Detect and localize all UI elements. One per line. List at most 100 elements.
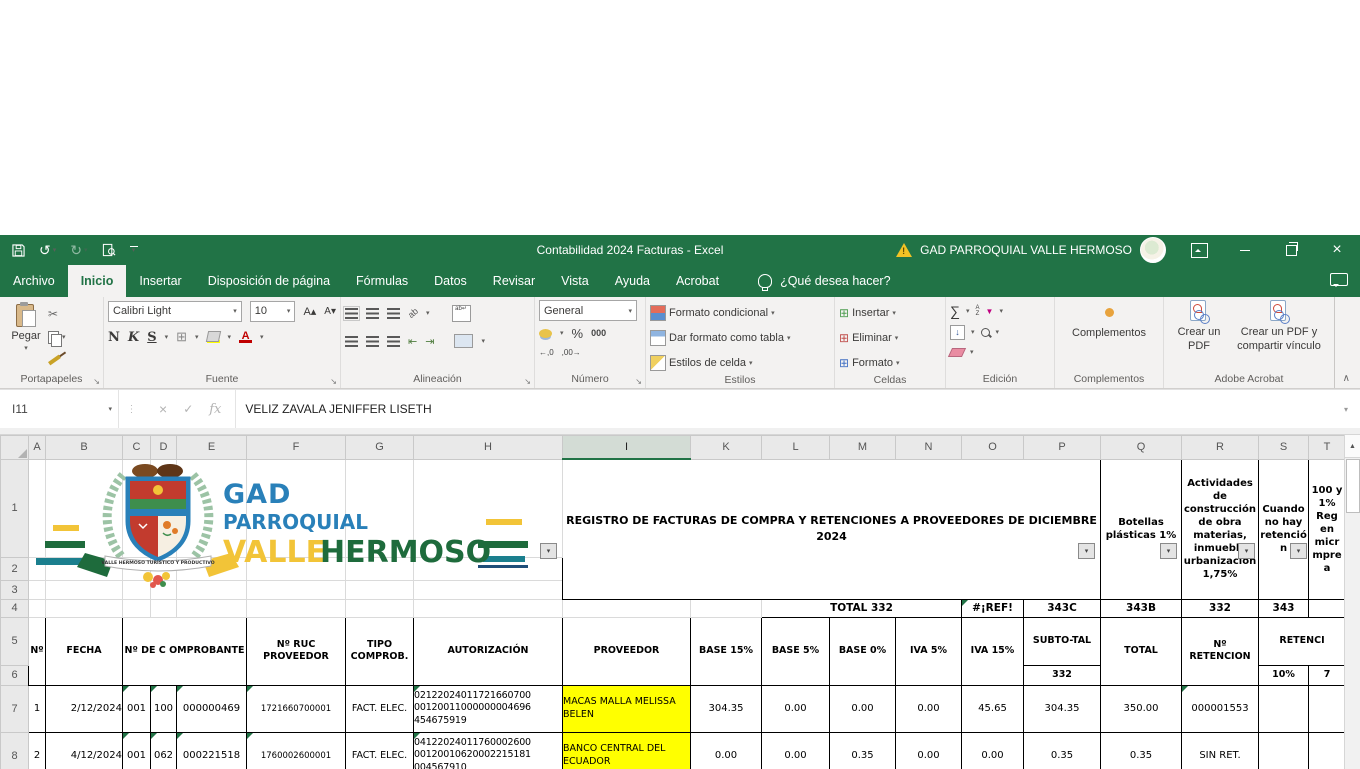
cell[interactable]: [346, 599, 414, 617]
cell-secuencia[interactable]: 000221518: [177, 732, 247, 769]
align-top-icon[interactable]: [345, 308, 358, 319]
tab-formulas[interactable]: Fórmulas: [343, 265, 421, 297]
header-retencion[interactable]: RETENCI: [1259, 617, 1346, 665]
align-bottom-icon[interactable]: [387, 308, 400, 319]
fill-color-button[interactable]: [207, 331, 220, 343]
cell-autorizacion[interactable]: 02122024011721660700 0012001100000000469…: [414, 685, 563, 732]
code-343C-cell[interactable]: 343C: [1024, 599, 1101, 617]
expand-formula-bar-icon[interactable]: ▾: [1332, 390, 1360, 428]
header-subtotal-code[interactable]: 332: [1024, 665, 1101, 685]
italic-button[interactable]: K: [128, 330, 139, 345]
align-right-icon[interactable]: [387, 336, 400, 347]
fill-down-button[interactable]: ↓: [950, 325, 965, 340]
header-cuando-cell[interactable]: Cuando no hay retención: [1259, 459, 1309, 599]
header-num-retencion[interactable]: Nº RETENCION: [1182, 617, 1259, 685]
sort-filter-button[interactable]: AZ: [976, 305, 980, 317]
cell-base0[interactable]: 0.35: [830, 732, 896, 769]
row-header-6[interactable]: 6: [1, 665, 29, 685]
minimize-button[interactable]: [1222, 235, 1268, 265]
find-select-button[interactable]: [981, 328, 990, 337]
col-header-O[interactable]: O: [962, 436, 1024, 460]
clear-button[interactable]: [948, 348, 966, 357]
cut-button[interactable]: ✂: [48, 304, 66, 324]
format-as-table-button[interactable]: Dar formato como tabla▾: [650, 328, 830, 348]
orientation-button[interactable]: ab: [406, 306, 420, 320]
format-painter-button[interactable]: [48, 350, 66, 370]
formula-input[interactable]: VELIZ ZAVALA JENIFFER LISETH: [236, 390, 1332, 428]
header-base5[interactable]: BASE 5%: [762, 617, 830, 685]
cell-iva5[interactable]: 0.00: [896, 685, 962, 732]
cell-proveedor[interactable]: BANCO CENTRAL DEL ECUADOR: [563, 732, 691, 769]
col-header-K[interactable]: K: [691, 436, 762, 460]
cell-punto[interactable]: 062: [151, 732, 177, 769]
account-area[interactable]: ! GAD PARROQUIAL VALLE HERMOSO: [896, 237, 1176, 263]
cell-base15[interactable]: 304.35: [691, 685, 762, 732]
tab-insertar[interactable]: Insertar: [126, 265, 194, 297]
header-comprobante[interactable]: Nº DE C OMPROBANTE: [123, 617, 247, 685]
cell[interactable]: [177, 599, 247, 617]
code-332-cell[interactable]: 332: [1182, 599, 1259, 617]
header-regimen-cell[interactable]: 100 y 1% Reg en micr mpre a: [1309, 459, 1346, 599]
filter-dropdown-q[interactable]: ▾: [1160, 543, 1177, 559]
bold-button[interactable]: N: [108, 330, 120, 345]
name-box[interactable]: I11 ▾: [0, 390, 119, 428]
header-num[interactable]: Nº: [29, 617, 46, 685]
undo-button[interactable]: ↺▾: [39, 242, 56, 259]
cell-base0[interactable]: 0.00: [830, 685, 896, 732]
row-header-1[interactable]: 1: [1, 459, 29, 557]
conditional-formatting-button[interactable]: Formato condicional▾: [650, 303, 830, 323]
cell-serie[interactable]: 001: [123, 685, 151, 732]
col-header-P[interactable]: P: [1024, 436, 1101, 460]
cell[interactable]: [691, 599, 762, 617]
cell[interactable]: [414, 599, 563, 617]
dialog-launcher-icon[interactable]: ↘: [93, 377, 100, 386]
cell-num-retencion[interactable]: SIN RET.: [1182, 732, 1259, 769]
header-actividades-cell[interactable]: Actividades de construcción de obra mate…: [1182, 459, 1259, 599]
tab-archivo[interactable]: Archivo: [0, 265, 68, 297]
increase-decimal-button[interactable]: ←,0: [539, 348, 554, 357]
row-header-3[interactable]: 3: [1, 580, 29, 599]
cell-base15[interactable]: 0.00: [691, 732, 762, 769]
complementos-button[interactable]: Complementos: [1072, 327, 1146, 339]
ribbon-display-options-button[interactable]: [1176, 235, 1222, 265]
cell[interactable]: [46, 599, 123, 617]
tab-ayuda[interactable]: Ayuda: [602, 265, 663, 297]
cell-fecha[interactable]: 2/12/2024: [46, 685, 123, 732]
confirm-entry-button[interactable]: ✓: [183, 402, 193, 416]
header-fecha[interactable]: FECHA: [46, 617, 123, 685]
filter-dropdown-s[interactable]: ▾: [1290, 543, 1307, 559]
select-all-corner[interactable]: [1, 436, 29, 460]
shrink-font-button[interactable]: A▾: [324, 306, 336, 317]
header-botellas-cell[interactable]: Botellas plásticas 1%: [1101, 459, 1182, 599]
percent-format-button[interactable]: %: [572, 326, 584, 341]
header-pct70[interactable]: 7: [1309, 665, 1346, 685]
decrease-decimal-button[interactable]: ,00→: [562, 348, 581, 357]
col-header-C[interactable]: C: [123, 436, 151, 460]
cell-serie[interactable]: 001: [123, 732, 151, 769]
scrollbar-thumb[interactable]: [1346, 459, 1360, 513]
cell-fecha[interactable]: 4/12/2024: [46, 732, 123, 769]
cell-autorizacion[interactable]: 04122024011760002600 0012001062000221518…: [414, 732, 563, 769]
tab-datos[interactable]: Datos: [421, 265, 480, 297]
tab-disposicion[interactable]: Disposición de página: [195, 265, 343, 297]
currency-format-button[interactable]: [539, 329, 552, 338]
increase-indent-icon[interactable]: ⇥: [425, 335, 434, 348]
tab-vista[interactable]: Vista: [548, 265, 602, 297]
dialog-launcher-icon[interactable]: ↘: [330, 377, 337, 386]
save-icon[interactable]: [12, 244, 25, 257]
col-header-L[interactable]: L: [762, 436, 830, 460]
filter-dropdown-r[interactable]: ▾: [1238, 543, 1255, 559]
header-iva5[interactable]: IVA 5%: [896, 617, 962, 685]
cell-num-retencion[interactable]: 000001553: [1182, 685, 1259, 732]
cell-punto[interactable]: 100: [151, 685, 177, 732]
ref-error-cell[interactable]: #¡REF!: [962, 599, 1024, 617]
col-header-B[interactable]: B: [46, 436, 123, 460]
cell-n[interactable]: 2: [29, 732, 46, 769]
header-total[interactable]: TOTAL: [1101, 617, 1182, 685]
col-header-I-selected[interactable]: I: [563, 436, 691, 460]
tell-me-search[interactable]: ¿Qué desea hacer?: [732, 265, 891, 297]
print-preview-icon[interactable]: [102, 243, 116, 257]
cell-iva15[interactable]: 0.00: [962, 732, 1024, 769]
cell-base5[interactable]: 0.00: [762, 732, 830, 769]
col-header-F[interactable]: F: [247, 436, 346, 460]
